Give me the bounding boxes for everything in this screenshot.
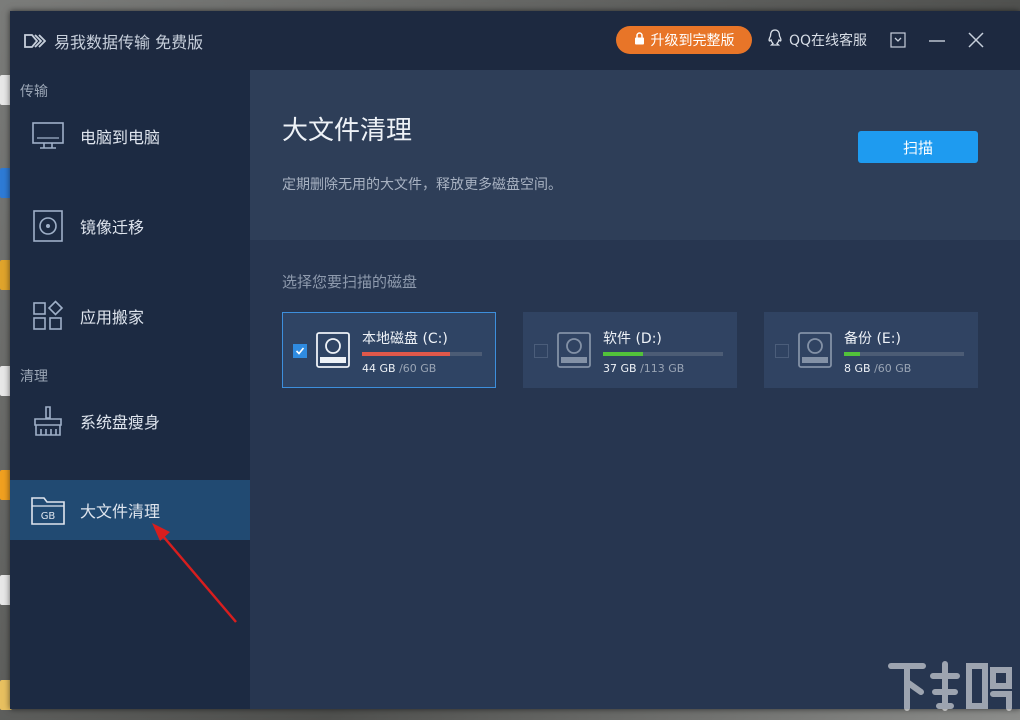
watermark-logo [888, 661, 1012, 711]
annotation-arrow [152, 523, 237, 623]
